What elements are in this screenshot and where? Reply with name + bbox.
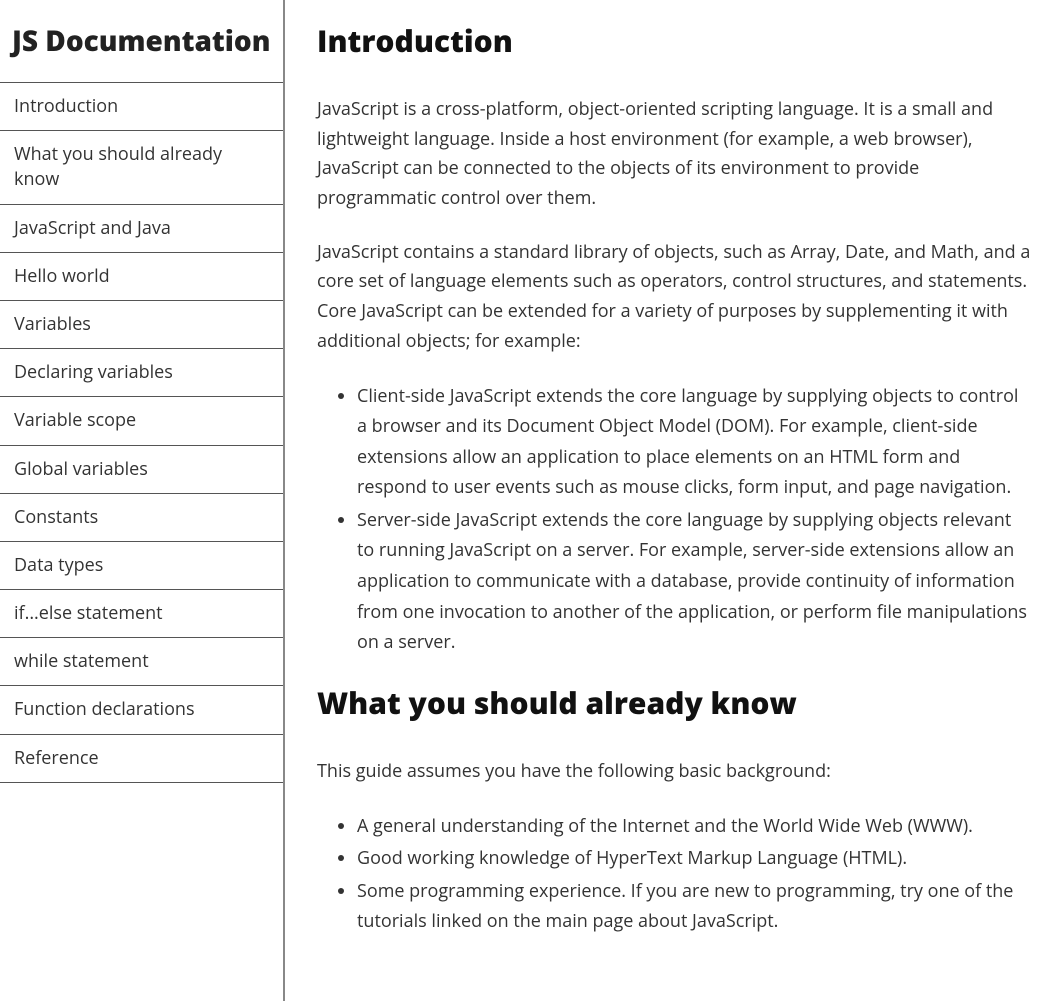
nav-link[interactable]: Data types: [0, 542, 283, 589]
sidebar-item-if-else: if...else statement: [0, 590, 283, 638]
paragraph: JavaScript is a cross-platform, object-o…: [317, 95, 1033, 214]
sidebar-item-declaring-variables: Declaring variables: [0, 349, 283, 397]
sidebar-list: Introduction What you should already kno…: [0, 82, 283, 783]
sidebar-item-variable-scope: Variable scope: [0, 397, 283, 445]
section-heading: Introduction: [317, 20, 1033, 61]
section-heading: What you should already know: [317, 682, 1033, 723]
paragraph: This guide assumes you have the followin…: [317, 757, 1033, 787]
sidebar-item-data-types: Data types: [0, 542, 283, 590]
section-introduction: Introduction JavaScript is a cross-platf…: [317, 20, 1033, 658]
paragraph: JavaScript contains a standard library o…: [317, 238, 1033, 357]
sidebar-item-variables: Variables: [0, 301, 283, 349]
nav-link[interactable]: Reference: [0, 735, 283, 782]
nav-link[interactable]: Constants: [0, 494, 283, 541]
bullet-list: Client-side JavaScript extends the core …: [317, 381, 1033, 658]
nav-link[interactable]: while statement: [0, 638, 283, 685]
list-item: Client-side JavaScript extends the core …: [357, 381, 1033, 503]
nav-link[interactable]: What you should already know: [0, 131, 283, 203]
page-layout: JS Documentation Introduction What you s…: [0, 0, 1041, 1001]
nav-link[interactable]: Hello world: [0, 253, 283, 300]
sidebar-item-js-and-java: JavaScript and Java: [0, 205, 283, 253]
list-item: Some programming experience. If you are …: [357, 876, 1033, 937]
section-already-know: What you should already know This guide …: [317, 682, 1033, 937]
sidebar-item-while: while statement: [0, 638, 283, 686]
sidebar-nav: JS Documentation Introduction What you s…: [0, 0, 285, 1001]
sidebar-item-reference: Reference: [0, 735, 283, 783]
sidebar-item-function-declarations: Function declarations: [0, 686, 283, 734]
list-item: A general understanding of the Internet …: [357, 811, 1033, 842]
sidebar-item-already-know: What you should already know: [0, 131, 283, 204]
list-item: Server-side JavaScript extends the core …: [357, 505, 1033, 658]
sidebar-title: JS Documentation: [0, 0, 283, 82]
sidebar-item-global-variables: Global variables: [0, 446, 283, 494]
nav-link[interactable]: Introduction: [0, 83, 283, 130]
nav-link[interactable]: Variable scope: [0, 397, 283, 444]
sidebar-item-introduction: Introduction: [0, 83, 283, 131]
nav-link[interactable]: Global variables: [0, 446, 283, 493]
nav-link[interactable]: Function declarations: [0, 686, 283, 733]
list-item: Good working knowledge of HyperText Mark…: [357, 843, 1033, 874]
main-content: Introduction JavaScript is a cross-platf…: [285, 0, 1041, 1001]
bullet-list: A general understanding of the Internet …: [317, 811, 1033, 937]
sidebar-item-hello-world: Hello world: [0, 253, 283, 301]
nav-link[interactable]: JavaScript and Java: [0, 205, 283, 252]
nav-link[interactable]: if...else statement: [0, 590, 283, 637]
nav-link[interactable]: Declaring variables: [0, 349, 283, 396]
sidebar-item-constants: Constants: [0, 494, 283, 542]
nav-link[interactable]: Variables: [0, 301, 283, 348]
